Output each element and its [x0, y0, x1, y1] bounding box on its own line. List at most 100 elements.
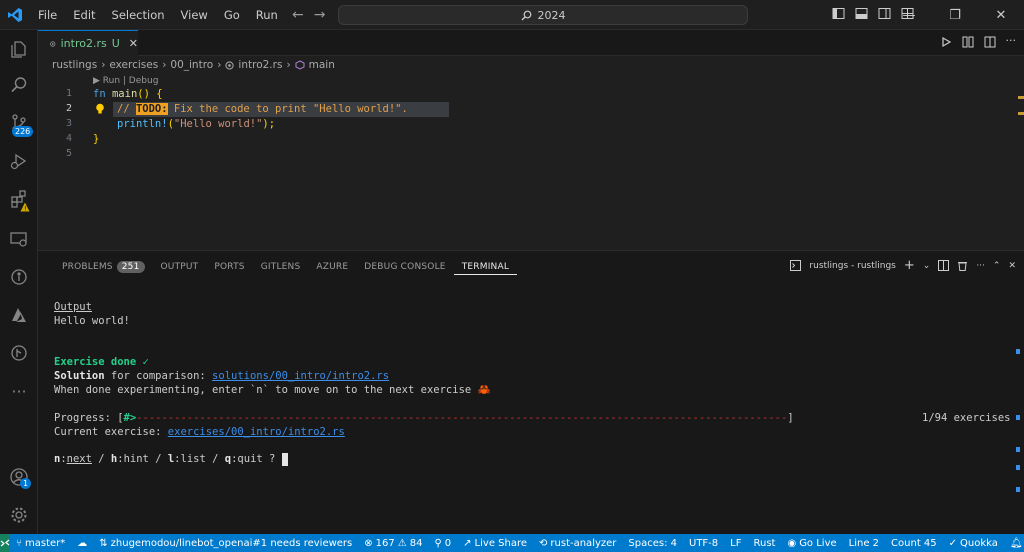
- sync-icon: ☁: [77, 537, 88, 549]
- error-icon: ⊗: [364, 537, 373, 549]
- go-live-status[interactable]: ◉ Go Live: [781, 538, 842, 549]
- tab-terminal[interactable]: TERMINAL: [453, 259, 518, 275]
- breadcrumb: rustlings › exercises › 00_intro › intro2.r…: [52, 59, 335, 71]
- compare-changes-icon[interactable]: [962, 36, 974, 48]
- source-control-icon[interactable]: 226: [0, 106, 38, 140]
- branch-status[interactable]: ⑂ master*: [10, 538, 71, 549]
- language-mode-status[interactable]: Rust: [747, 538, 781, 549]
- close-icon[interactable]: ✕: [978, 0, 1024, 30]
- breadcrumb-exercises[interactable]: exercises: [109, 59, 158, 71]
- trash-icon[interactable]: [957, 260, 968, 271]
- menu-run[interactable]: Run: [248, 0, 286, 30]
- search-view-icon[interactable]: [0, 68, 38, 102]
- menu-file[interactable]: File: [30, 0, 65, 30]
- extensions-icon[interactable]: !: [0, 182, 38, 216]
- status-bar: ⑂ master* ☁ ⇅ zhugemodou/linebot_openai#1 …: [0, 534, 1024, 552]
- new-terminal-icon[interactable]: +: [904, 258, 915, 273]
- indentation-status[interactable]: Spaces: 4: [622, 538, 683, 549]
- more-actions-icon[interactable]: ···: [976, 261, 985, 271]
- restore-icon[interactable]: ❐: [932, 0, 978, 30]
- rust-analyzer-status[interactable]: ⟲ rust-analyzer: [533, 538, 622, 549]
- command-hints: n:next / h:hint / l:list / q:quit ?: [54, 453, 288, 466]
- problems-count-badge: 251: [116, 261, 145, 273]
- breadcrumb-main[interactable]: main: [309, 59, 335, 71]
- tab-intro2-rs[interactable]: intro2.rs U ✕: [38, 30, 138, 56]
- run-debug-icon[interactable]: [0, 144, 38, 178]
- back-arrow-icon[interactable]: ←: [292, 7, 304, 23]
- activity-bar: 226 ! ··· 1: [0, 30, 38, 534]
- terminal-cursor: [281, 453, 288, 466]
- remote-indicator-icon[interactable]: [0, 534, 10, 552]
- code-line-2: // TODO: Fix the code to print "Hello wo…: [117, 103, 408, 115]
- codelens-run-debug[interactable]: ▶ Run | Debug: [93, 76, 158, 86]
- scrollbar-marker: [1016, 465, 1020, 470]
- toggle-panel-icon[interactable]: [855, 7, 868, 20]
- chevron-down-icon[interactable]: ⌄: [923, 261, 931, 271]
- check-icon: ✓: [948, 537, 958, 549]
- more-actions-icon[interactable]: ···: [1006, 35, 1017, 48]
- lightbulb-icon[interactable]: [95, 103, 105, 115]
- line-number: 2: [65, 103, 72, 114]
- breadcrumb-rustlings[interactable]: rustlings: [52, 59, 97, 71]
- eol-status[interactable]: LF: [724, 538, 747, 549]
- notifications-bell-icon[interactable]: 🔔︎: [1004, 538, 1024, 549]
- menu-selection[interactable]: Selection: [104, 0, 173, 30]
- pull-request-status[interactable]: ⇅ zhugemodou/linebot_openai#1 needs revie…: [93, 538, 358, 549]
- gitlens-icon[interactable]: [0, 260, 38, 294]
- rust-file-icon: [225, 60, 235, 70]
- tab-azure[interactable]: AZURE: [308, 259, 356, 275]
- close-panel-icon[interactable]: ✕: [1008, 261, 1016, 271]
- accounts-badge: 1: [20, 478, 32, 489]
- sync-status[interactable]: ☁: [71, 538, 93, 549]
- code-editor[interactable]: ▶ Run | Debug 1 2 3 4 5 fn main() { // T…: [38, 72, 1024, 250]
- split-terminal-icon[interactable]: [938, 260, 950, 271]
- tab-close-icon[interactable]: ✕: [129, 37, 138, 50]
- maximize-panel-icon[interactable]: ⌃: [993, 261, 1001, 271]
- breadcrumb-00-intro[interactable]: 00_intro: [170, 59, 213, 71]
- quokka-status[interactable]: ✓ Quokka: [943, 538, 1004, 549]
- solution-link[interactable]: solutions/00_intro/intro2.rs: [212, 370, 389, 382]
- tab-modified-indicator: U: [111, 37, 120, 50]
- explorer-icon[interactable]: [0, 32, 38, 66]
- remote-explorer-icon[interactable]: [0, 222, 38, 256]
- warning-badge-icon: !: [20, 202, 30, 212]
- toggle-primary-sidebar-icon[interactable]: [832, 7, 845, 20]
- menu-view[interactable]: View: [173, 0, 216, 30]
- tab-ports[interactable]: PORTS: [206, 259, 252, 275]
- output-text: Hello world!: [54, 315, 130, 327]
- line-number: 3: [65, 118, 72, 129]
- tab-gitlens[interactable]: GITLENS: [253, 259, 309, 275]
- minimize-icon[interactable]: —: [886, 0, 932, 30]
- ports-status[interactable]: ⚲ 0: [428, 538, 457, 549]
- source-control-badge: 226: [12, 126, 34, 137]
- pull-request-icon: ⇅: [99, 537, 108, 549]
- scrollbar-marker: [1018, 112, 1024, 115]
- menu-go[interactable]: Go: [216, 0, 248, 30]
- count-status[interactable]: Count 45: [885, 538, 943, 549]
- forward-arrow-icon[interactable]: →: [314, 7, 326, 23]
- live-share-status[interactable]: ↗ Live Share: [457, 538, 533, 549]
- problems-status[interactable]: ⊗ 167 ⚠ 84: [358, 538, 428, 549]
- menu-edit[interactable]: Edit: [65, 0, 103, 30]
- bottom-panel: PROBLEMS 251 OUTPUT PORTS GITLENS AZURE D…: [38, 250, 1024, 534]
- more-views-icon[interactable]: ···: [0, 374, 38, 408]
- run-code-icon[interactable]: [940, 36, 952, 48]
- encoding-status[interactable]: UTF-8: [683, 538, 724, 549]
- tab-filename: intro2.rs: [60, 37, 107, 50]
- breadcrumb-intro2-rs[interactable]: intro2.rs: [238, 59, 282, 71]
- manage-gear-icon[interactable]: [0, 498, 38, 532]
- tab-output[interactable]: OUTPUT: [153, 259, 207, 275]
- code-line-4: }: [93, 133, 100, 145]
- line-number: 1: [65, 88, 72, 99]
- tab-debug-console[interactable]: DEBUG CONSOLE: [356, 259, 453, 275]
- current-exercise-link[interactable]: exercises/00_intro/intro2.rs: [168, 426, 345, 438]
- git-graph-icon[interactable]: [0, 336, 38, 370]
- tab-problems[interactable]: PROBLEMS 251: [54, 259, 153, 275]
- accounts-icon[interactable]: 1: [0, 460, 38, 494]
- command-center-search[interactable]: 2024: [338, 5, 748, 25]
- split-editor-icon[interactable]: [984, 36, 996, 48]
- azure-icon[interactable]: [0, 298, 38, 332]
- output-header: Output: [54, 301, 92, 313]
- terminal-name[interactable]: rustlings - rustlings: [809, 261, 895, 271]
- line-status[interactable]: Line 2: [843, 538, 885, 549]
